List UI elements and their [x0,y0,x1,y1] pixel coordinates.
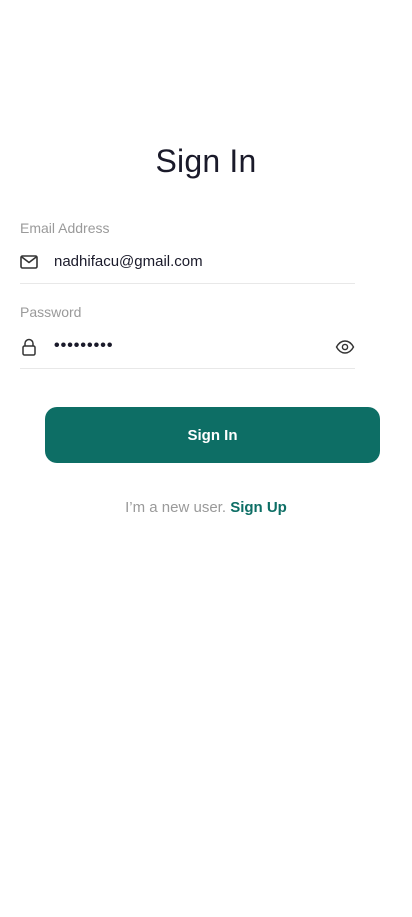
signin-button[interactable]: Sign In [45,407,380,463]
signup-prompt: I’m a new user. Sign Up [0,499,412,516]
eye-icon[interactable] [335,338,355,356]
email-field[interactable]: nadhifacu@gmail.com [20,253,355,284]
page-title: Sign In [155,143,257,179]
email-input[interactable]: nadhifacu@gmail.com [54,253,203,271]
password-input[interactable]: ••••••••• [54,338,113,354]
new-user-text: I’m a new user. [125,499,227,516]
email-label: Email Address [20,220,110,236]
password-field[interactable]: ••••••••• [20,338,355,369]
signin-screen: Sign In Email Address nadhifacu@gmail.co… [0,0,412,917]
lock-icon [20,338,38,356]
mail-icon [20,253,38,271]
signup-link[interactable]: Sign Up [230,499,287,516]
password-label: Password [20,304,82,320]
